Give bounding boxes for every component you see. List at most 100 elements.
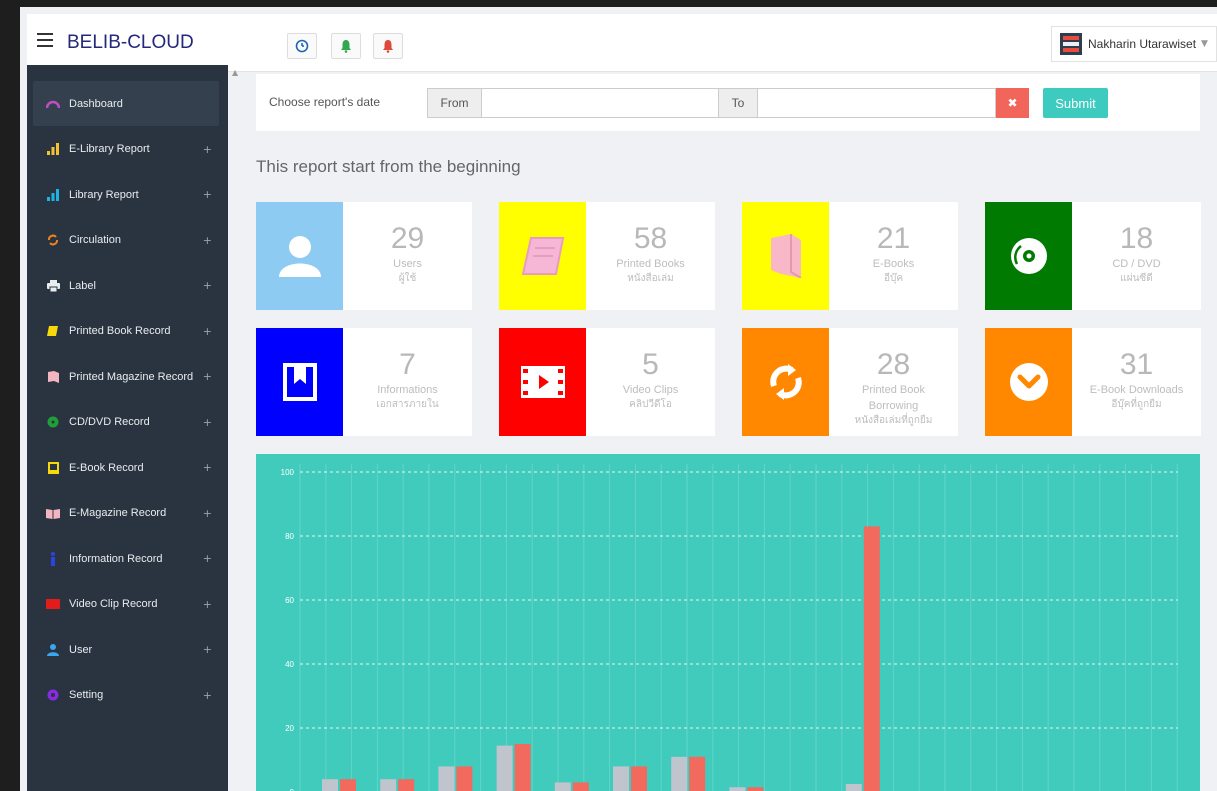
sidebar-item-label: Setting [69,689,104,701]
chart-bar[interactable] [514,744,531,791]
chevron-down-circle-icon [985,328,1072,436]
to-date-input[interactable] [758,88,996,118]
stat-label: Video Clips [622,384,679,396]
user-menu[interactable]: Nakharin Utarawiset ▼ [1051,26,1217,62]
stat-sublabel: อีบุ๊คที่ถูกยืม [1111,399,1162,410]
sidebar-item-label: Label [69,279,96,292]
sidebar-item-e-book-record[interactable]: E-Book Record + [33,445,219,490]
stat-label: E-Books [872,258,915,270]
chart-bar[interactable] [438,766,455,791]
expand-plus-icon: + [202,279,212,292]
sidebar-item-label: E-Library Report [69,143,150,155]
menu-toggle-icon[interactable] [37,33,53,47]
stat-label: Informations [377,384,438,396]
sidebar-item-label: E-Book Record [69,461,144,474]
stat-card-informations[interactable]: 7 Informations เอกสารภายใน [256,328,472,436]
alert-bell-icon[interactable] [373,33,403,59]
stat-card-printed-books[interactable]: 58 Printed Books หนังสือเล่ม [499,202,715,310]
stat-card-cd-dvd[interactable]: 18 CD / DVD แผ่นซีดี [985,202,1201,310]
stat-label-line2: Borrowing [868,400,919,412]
chart-bar[interactable] [613,766,629,791]
stat-value: 5 [642,348,659,381]
open-book-icon [46,506,60,520]
sidebar: Dashboard E-Library Report + Library Report… [27,65,228,791]
stats-chart: 100806040200 [256,454,1200,791]
stat-card-e-book-downloads[interactable]: 31 E-Book Downloads อีบุ๊คที่ถูกยืม [985,328,1201,436]
sidebar-item-label: Printed Book Record [69,325,171,337]
refresh-icon [742,328,829,436]
sidebar-item-label: Circulation [69,234,121,246]
chart-bar[interactable] [554,782,571,791]
sidebar-item-label[interactable]: Label + [33,263,219,308]
filter-label: Choose report's date [269,95,381,109]
stat-value: 31 [1119,348,1154,381]
stat-sublabel: เอกสารภายใน [376,399,439,410]
app-brand[interactable]: BELIB-CLOUD [67,32,194,54]
sidebar-item-library-report[interactable]: Library Report + [33,172,219,217]
chart-bar[interactable] [729,787,746,791]
from-date-input[interactable] [482,88,719,118]
sidebar-item-printed-magazine-record[interactable]: Printed Magazine Record + [33,354,219,399]
sidebar-item-label: CD/DVD Record [69,416,150,428]
ebook-icon [742,202,829,310]
stat-card-e-books[interactable]: 21 E-Books อีบุ๊ค [742,202,958,310]
chart-bar[interactable] [496,745,513,791]
stat-sublabel: แผ่นซีดี [1120,273,1153,284]
y-tick-label: 80 [285,532,294,541]
sidebar-item-circulation[interactable]: Circulation + [33,218,219,263]
chart-bar[interactable] [671,756,688,791]
expand-plus-icon: + [202,688,212,702]
user-name: Nakharin Utarawiset [1088,37,1197,51]
stat-value: 28 [876,348,911,381]
sidebar-item-dashboard[interactable]: Dashboard [33,81,219,126]
clear-dates-button[interactable]: ✖ [996,88,1029,118]
bell-icon[interactable] [331,33,361,59]
sidebar-item-setting[interactable]: Setting + [33,673,219,718]
sidebar-item-cd-dvd-record[interactable]: CD/DVD Record + [33,400,219,445]
sidebar-item-printed-book-record[interactable]: Printed Book Record + [33,309,219,354]
info-icon [46,551,60,566]
stat-value: 21 [876,222,911,255]
bar-chart-icon [46,188,60,202]
sidebar-item-e-magazine-record[interactable]: E-Magazine Record + [33,491,219,536]
stat-sublabel: ผู้ใช้ [398,273,417,284]
expand-plus-icon: + [202,142,212,156]
sidebar-item-label: Information Record [69,552,163,565]
chart-bar[interactable] [845,784,862,791]
dashboard-gauge-icon[interactable] [287,33,317,59]
chart-bar[interactable] [340,779,356,791]
sidebar-item-e-library-report[interactable]: E-Library Report + [33,127,219,172]
to-label: To [718,88,758,118]
sidebar-item-user[interactable]: User + [33,627,219,672]
from-label: From [427,88,482,118]
stat-card-video-clips[interactable]: 5 Video Clips คลิปวีดีโอ [499,328,715,436]
expand-plus-icon: + [202,324,212,338]
bookmark-icon [256,328,343,436]
chart-bar[interactable] [863,526,880,791]
chart-bar[interactable] [689,756,706,791]
sidebar-item-video-clip-record[interactable]: Video Clip Record + [33,582,219,627]
submit-button[interactable]: Submit [1043,88,1108,118]
top-navbar: BELIB-CLOUD Nakharin Utarawiset ▼ [27,14,1217,72]
chart-bar[interactable] [572,782,589,791]
sidebar-item-label: Library Report [69,188,139,201]
chart-bar[interactable] [398,779,415,791]
stat-card-users[interactable]: 29 Users ผู้ใช้ [256,202,472,310]
stat-card-printed-book[interactable]: 28 Printed Book Borrowing หนังสือเล่มที่ถูก… [742,328,958,436]
disc-icon [46,415,60,429]
sidebar-item-label: User [69,643,93,656]
expand-plus-icon: + [202,370,212,383]
app-window: BELIB-CLOUD Nakharin Utarawiset ▼ Dashbo… [20,7,1217,791]
expand-plus-icon: + [202,233,212,247]
sidebar-item-label: Dashboard [69,97,123,110]
chart-bar[interactable] [380,779,397,791]
chart-bar[interactable] [747,787,764,791]
scroll-up-arrow-icon[interactable]: ▲ [232,68,238,77]
sidebar-item-information-record[interactable]: Information Record + [33,536,219,581]
chart-bar[interactable] [631,766,647,791]
gear-icon [46,688,60,702]
stat-sublabel: อีบุ๊ค [883,273,904,284]
chart-bar[interactable] [322,779,338,791]
chart-bar[interactable] [456,766,473,791]
chevron-down-icon: ▼ [1201,39,1208,49]
